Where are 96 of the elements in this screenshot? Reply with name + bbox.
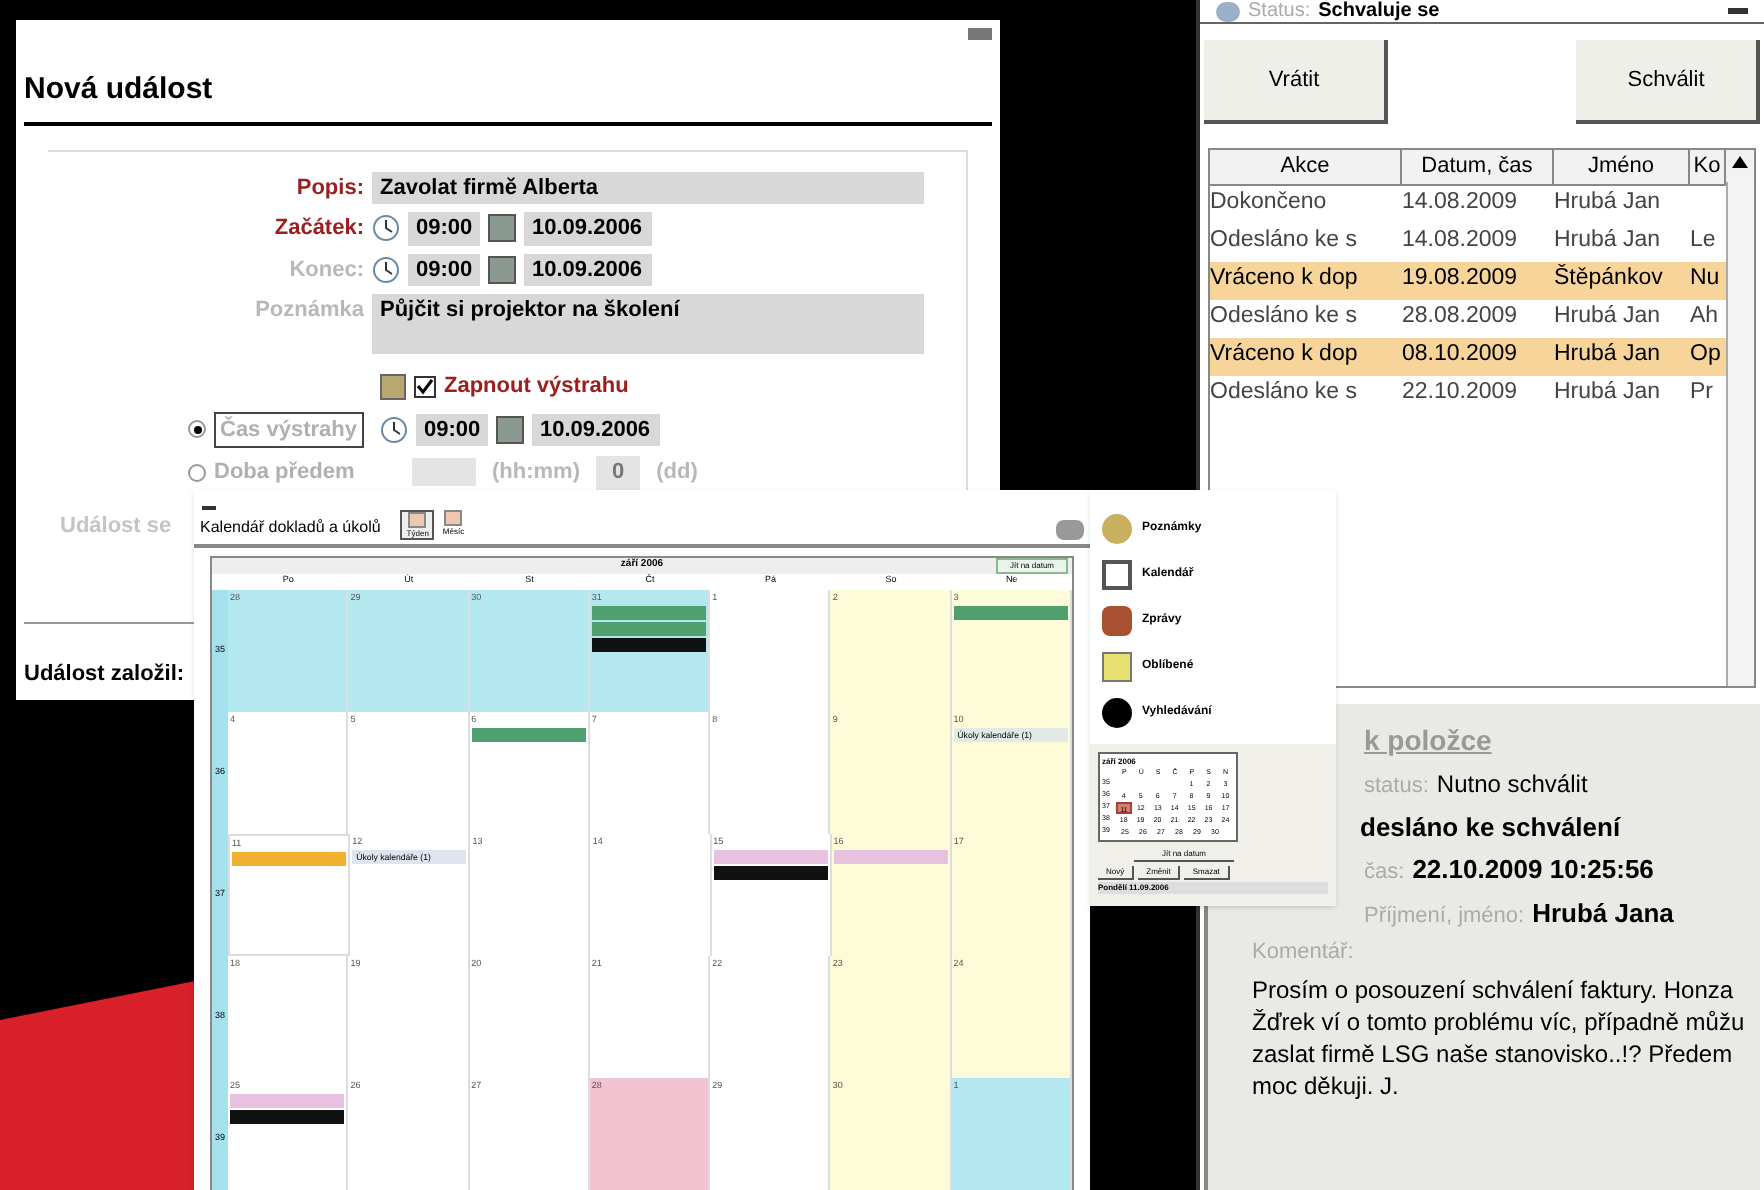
status-icon [1216, 1, 1240, 21]
event-bar[interactable] [232, 852, 347, 866]
event-bar[interactable] [713, 866, 828, 880]
calendar-icon [496, 415, 524, 444]
event-bar[interactable] [591, 606, 707, 620]
note-icon [1102, 514, 1132, 544]
column-header[interactable]: Ko [1690, 150, 1726, 183]
unit-label: (dd) [656, 458, 698, 488]
clock-icon [380, 415, 408, 444]
minimize-icon[interactable] [968, 28, 992, 40]
table-cell-text: Hrubá Jan [1554, 188, 1663, 219]
table-row[interactable]: Vráceno k dop 19.08.2009 Štěpánkov Nu [1210, 261, 1726, 299]
column-header[interactable]: Datum, čas [1402, 150, 1554, 183]
event-bar[interactable] [230, 1094, 345, 1108]
date-field[interactable]: 10.09.2006 [524, 212, 652, 245]
table-cell-text: 08.10.2009 [1402, 340, 1520, 371]
detail-caption: čas: [1364, 858, 1405, 888]
event-bar[interactable] [591, 622, 707, 636]
folder-icon [1102, 652, 1132, 682]
detail-caption: Příjmení, jméno: [1364, 901, 1525, 931]
creator-label: Událost založil: [24, 661, 185, 685]
time-field[interactable]: 09:00 [408, 253, 480, 286]
action-button[interactable]: Schválit [1576, 40, 1760, 124]
text-field[interactable]: Zavolat firmě Alberta [372, 171, 924, 204]
time-field[interactable]: 09:00 [408, 212, 480, 245]
dialog-title: Nová událost [24, 68, 992, 125]
table-cell-text: Dokončeno [1210, 188, 1329, 219]
unit-label: (hh:mm) [492, 458, 580, 488]
table-cell-text: Pr [1690, 378, 1715, 409]
table-cell-text: Hrubá Jan [1554, 302, 1663, 333]
minimize-icon[interactable] [1728, 8, 1748, 14]
radio-button[interactable] [188, 420, 206, 439]
table-cell-text: 22.10.2009 [1402, 378, 1520, 409]
column-header[interactable]: Akce [1210, 150, 1402, 183]
detail-value: desláno ke schválení [1360, 809, 1621, 845]
status-caption: Status: [1248, 0, 1311, 26]
search-icon [1102, 698, 1132, 728]
calendar-icon [488, 214, 516, 243]
event-bar[interactable] [833, 850, 948, 864]
action-button[interactable]: Vrátit [1204, 40, 1388, 124]
field-label: Událost se [60, 511, 172, 541]
event-bar[interactable] [713, 850, 828, 864]
table-cell-text: Vráceno k dop [1210, 340, 1360, 371]
clock-icon [372, 255, 400, 284]
table-cell-text: Hrubá Jan [1554, 378, 1663, 409]
table-cell-text: Hrubá Jan [1554, 340, 1663, 371]
table-cell-text: 14.08.2009 [1402, 188, 1520, 219]
duration-field[interactable] [412, 458, 476, 487]
table-cell-text: Op [1690, 340, 1723, 371]
table-cell-text: Štěpánkov [1554, 262, 1665, 295]
comment-text: Prosím o posouzení schválení faktury. Honza Žďrek ví o tomto problému víc, případně můžu zaslat firmě LSG naše stanovisko..!? Předem moc děkuji. J. [1250, 973, 1747, 1101]
detail-value: 22.10.2009 10:25:56 [1412, 852, 1654, 888]
event-bar[interactable] [471, 728, 586, 742]
field-label: Konec: [287, 255, 366, 285]
table-cell-text: 19.08.2009 [1402, 264, 1520, 295]
table-cell-text: Odesláno ke s [1210, 302, 1360, 333]
printer-icon[interactable] [1056, 520, 1084, 540]
radio-label: Doba předem [214, 458, 355, 488]
calendar-icon [1102, 560, 1132, 590]
date-field[interactable]: 10.09.2006 [532, 413, 660, 446]
detail-value: Nutno schválit [1436, 768, 1588, 802]
alarm-icon [380, 373, 406, 400]
event-bar[interactable] [591, 638, 707, 652]
calendar-icon [488, 255, 516, 284]
days-field[interactable]: 0 [596, 456, 641, 489]
event-bar[interactable] [230, 1110, 345, 1124]
detail-caption: Komentář: [1250, 938, 1356, 968]
note-field[interactable]: Půjčit si projektor na školení [372, 294, 924, 354]
minimize-icon[interactable] [202, 506, 216, 510]
table-cell-text: Ah [1690, 302, 1721, 333]
window-title: Kalendář dokladů a úkolů [200, 516, 381, 540]
time-field[interactable]: 09:00 [416, 413, 488, 446]
table-cell-text: Vráceno k dop [1210, 264, 1360, 295]
table-cell-text: Hrubá Jan [1554, 226, 1663, 257]
field-label: Začátek: [272, 214, 366, 244]
radio-button[interactable] [188, 463, 206, 482]
table-cell-text: Nu [1690, 264, 1722, 295]
field-label: Popis: [294, 173, 366, 203]
clock-icon [372, 214, 400, 243]
date-field[interactable]: 10.09.2006 [524, 253, 652, 286]
table-cell-text: 14.08.2009 [1402, 226, 1520, 257]
detail-caption: status: [1364, 772, 1429, 802]
column-header[interactable]: Jméno [1554, 150, 1690, 183]
status-value: Schvaluje se [1318, 0, 1440, 26]
field-label: Poznámka [253, 296, 366, 326]
event-bar[interactable] [953, 606, 1068, 620]
mailbox-icon [1102, 606, 1132, 636]
alarm-checkbox[interactable] [414, 375, 436, 398]
checkbox-label: Zapnout výstrahu [444, 372, 629, 402]
detail-value: Hrubá Jana [1532, 895, 1674, 931]
table-cell-text: Odesláno ke s [1210, 226, 1360, 257]
table-cell-text: Le [1690, 226, 1718, 257]
radio-label: Čas výstrahy [214, 411, 363, 448]
table-cell-text: Odesláno ke s [1210, 378, 1360, 409]
table-cell-text: 28.08.2009 [1402, 302, 1520, 333]
table-row[interactable]: Vráceno k dop 08.10.2009 Hrubá Jan Op [1210, 337, 1726, 375]
